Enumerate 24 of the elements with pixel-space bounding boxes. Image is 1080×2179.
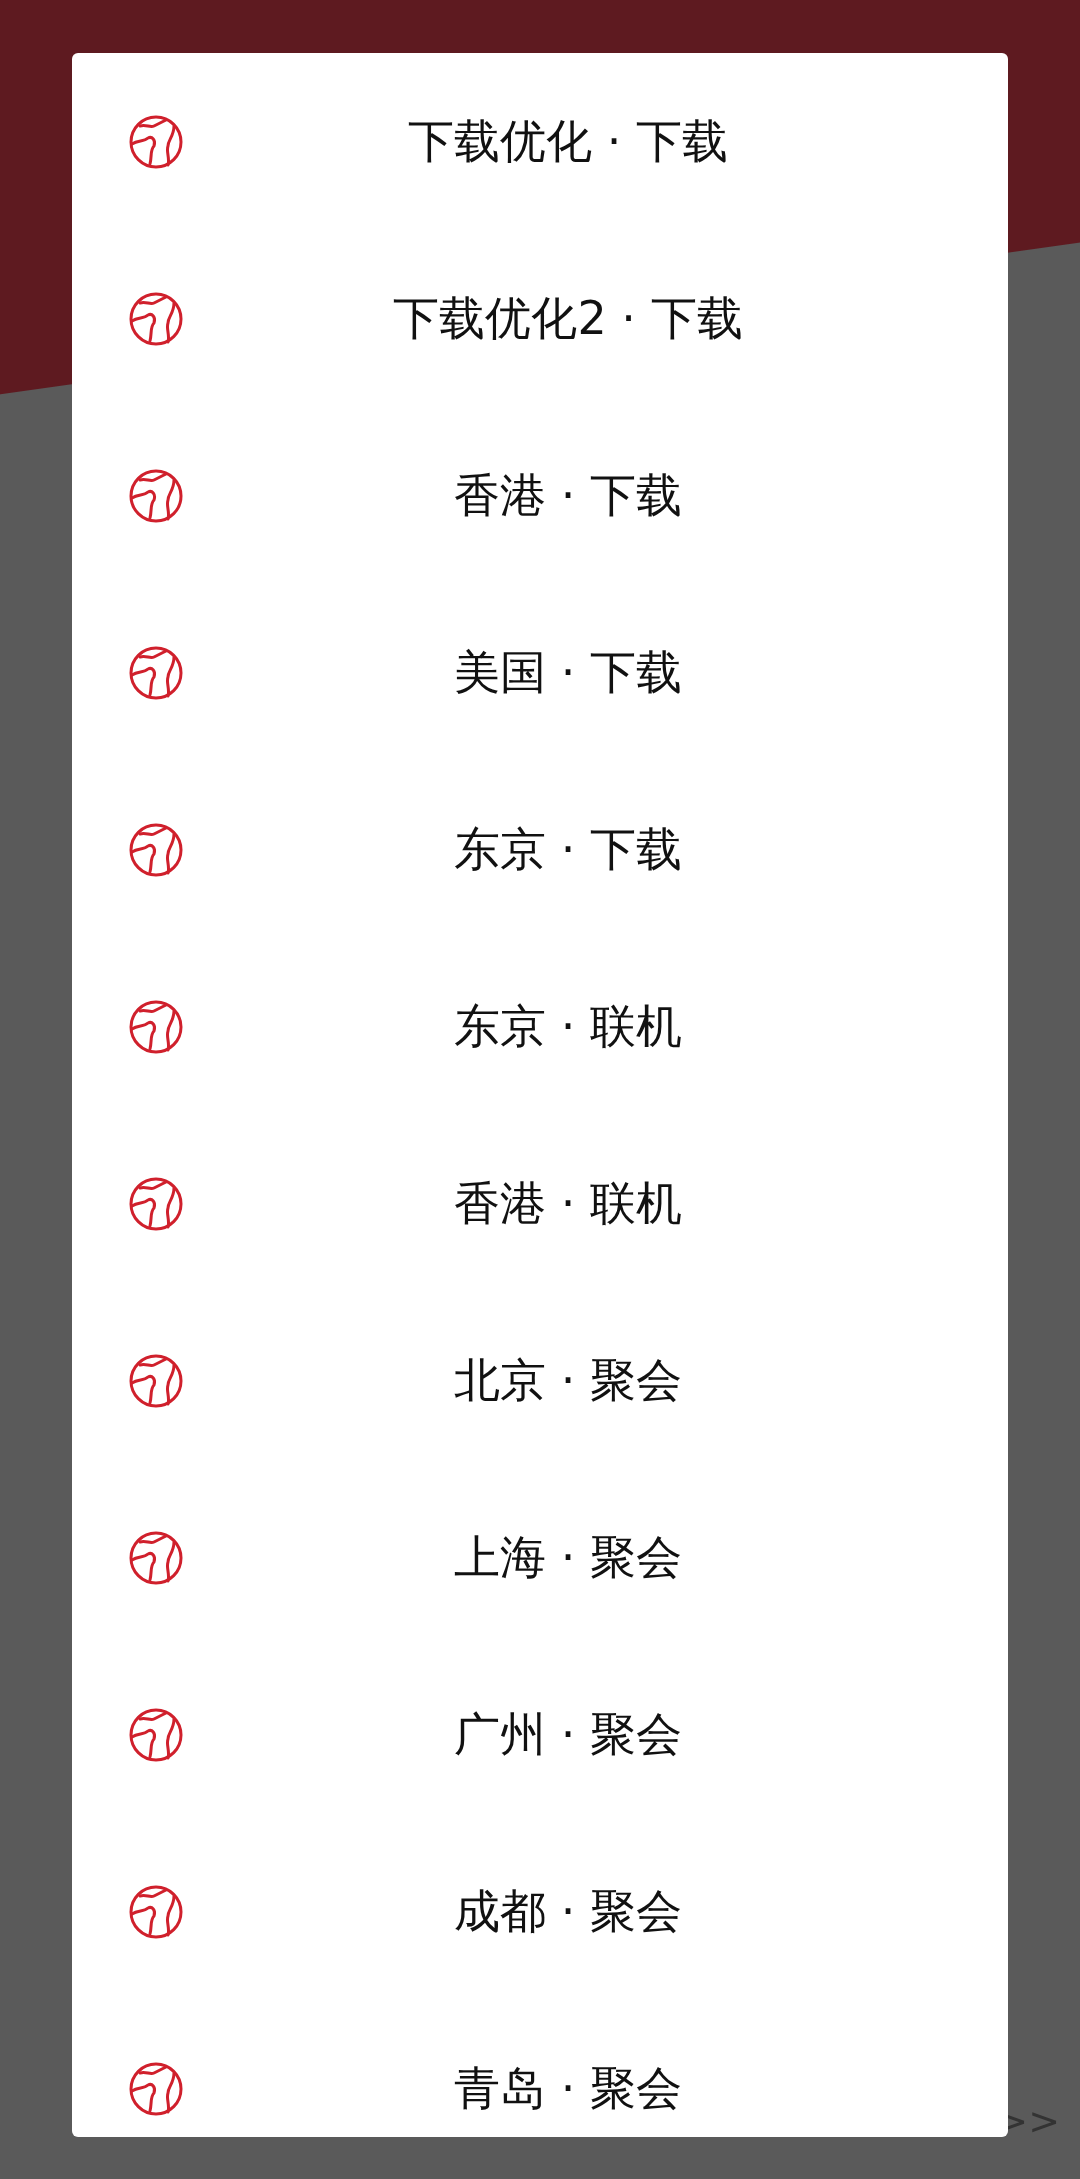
- server-option[interactable]: 东京 · 下载: [184, 818, 952, 881]
- server-option[interactable]: 美国 · 下载: [184, 641, 952, 704]
- globe-icon: [128, 644, 184, 701]
- server-option[interactable]: 青岛 · 聚会: [184, 2057, 952, 2120]
- globe-icon: [128, 290, 184, 347]
- globe-icon: [128, 821, 184, 878]
- globe-icon: [128, 467, 184, 524]
- globe-icon: [128, 2060, 184, 2117]
- globe-icon: [128, 1529, 184, 1586]
- globe-icon: [128, 1175, 184, 1232]
- server-option[interactable]: 香港 · 联机: [184, 1172, 952, 1235]
- server-option[interactable]: 成都 · 聚会: [184, 1880, 952, 1943]
- globe-icon: [128, 1352, 184, 1409]
- globe-icon: [128, 998, 184, 1055]
- globe-icon: [128, 1883, 184, 1940]
- server-option[interactable]: 广州 · 聚会: [184, 1703, 952, 1766]
- server-option[interactable]: 上海 · 聚会: [184, 1526, 952, 1589]
- globe-icon: [128, 113, 184, 170]
- globe-icon: [128, 1706, 184, 1763]
- server-option[interactable]: 下载优化 · 下载: [184, 110, 952, 173]
- server-option[interactable]: 东京 · 联机: [184, 995, 952, 1058]
- server-option[interactable]: 下载优化2 · 下载: [184, 287, 952, 350]
- server-option[interactable]: 北京 · 聚会: [184, 1349, 952, 1412]
- server-option[interactable]: 香港 · 下载: [184, 464, 952, 527]
